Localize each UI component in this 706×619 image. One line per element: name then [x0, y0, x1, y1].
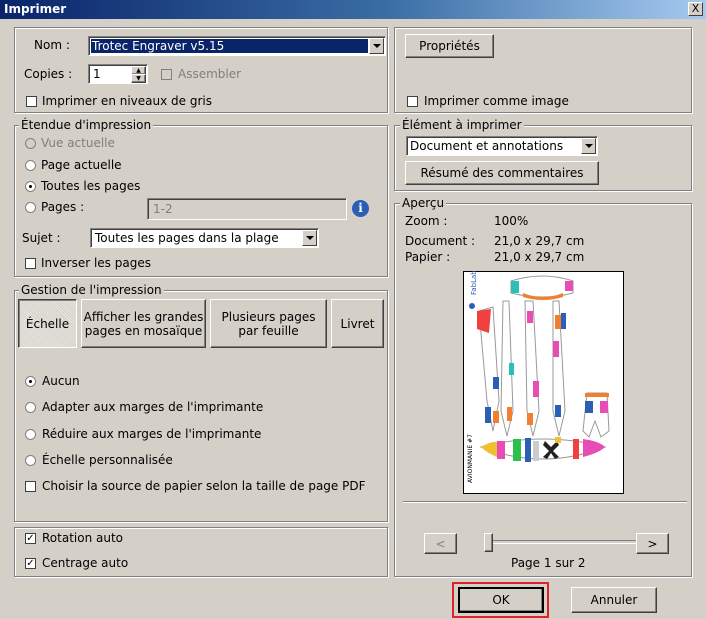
tab-tile-pages[interactable]: Afficher les grandes pages en mosaïque	[81, 299, 206, 348]
custom-scale-label: Échelle personnalisée	[42, 453, 173, 467]
tab-tile-line2: pages en mosaïque	[84, 323, 203, 338]
pages-input[interactable]: 1-2	[147, 198, 347, 220]
subject-dropdown[interactable]: Toutes les pages dans la plage	[90, 228, 319, 248]
window-title: Imprimer	[4, 2, 67, 16]
tab-tile-line1: Afficher les grandes	[83, 309, 204, 324]
summary-comments-button[interactable]: Résumé des commentaires	[405, 161, 599, 185]
range-legend: Étendue d'impression	[19, 118, 154, 132]
tab-multi-line1: Plusieurs pages	[221, 309, 316, 324]
copies-label: Copies :	[24, 67, 73, 81]
element-dropdown[interactable]: Document et annotations	[406, 136, 598, 156]
chevron-down-icon[interactable]	[581, 138, 596, 154]
zoom-label: Zoom :	[405, 214, 448, 228]
paper-size-label: Papier :	[405, 250, 451, 264]
page-text-side: AVIONMANIE #7	[467, 434, 474, 483]
auto-rotate-label: Rotation auto	[42, 531, 124, 545]
page-slider-thumb[interactable]	[484, 533, 493, 552]
grayscale-checkbox[interactable]	[26, 96, 37, 107]
management-legend: Gestion de l'impression	[19, 283, 164, 297]
chevron-down-icon[interactable]	[369, 38, 384, 54]
scale-none-label: Aucun	[42, 374, 80, 388]
properties-button[interactable]: Propriétés	[405, 34, 494, 58]
prev-page-button[interactable]: <	[424, 533, 457, 554]
tab-scale[interactable]: Échelle	[18, 299, 77, 348]
element-legend: Élément à imprimer	[400, 118, 524, 132]
document-size-value: 21,0 x 29,7 cm	[494, 234, 585, 248]
chevron-down-icon[interactable]	[302, 230, 317, 246]
tab-multiple-pages[interactable]: Plusieurs pages par feuille	[210, 299, 327, 348]
paper-size-value: 21,0 x 29,7 cm	[494, 250, 585, 264]
stepper-down-icon[interactable]: ▼	[131, 74, 146, 83]
document-size-label: Document :	[405, 234, 476, 248]
copies-value: 1	[93, 67, 101, 81]
collate-label: Assembler	[178, 67, 242, 81]
current-view-label: Vue actuelle	[41, 136, 115, 150]
tab-multi-line2: par feuille	[238, 323, 299, 338]
tab-booklet[interactable]: Livret	[331, 299, 384, 348]
copies-stepper[interactable]: 1 ▲ ▼	[88, 64, 148, 84]
reverse-pages-label: Inverser les pages	[41, 256, 151, 270]
radio-custom-scale[interactable]	[25, 455, 36, 466]
auto-center-label: Centrage auto	[42, 556, 129, 570]
radio-all-pages[interactable]	[25, 181, 36, 192]
printer-name-value: Trotec Engraver v5.15	[91, 39, 368, 53]
subject-value: Toutes les pages dans la plage	[95, 231, 279, 245]
next-page-button[interactable]: >	[636, 533, 669, 554]
zoom-value: 100%	[494, 214, 529, 228]
radio-current-page[interactable]	[25, 160, 36, 171]
radio-shrink-margins[interactable]	[25, 429, 36, 440]
info-icon[interactable]: i	[352, 200, 369, 217]
reverse-pages-checkbox[interactable]	[25, 258, 36, 269]
page-slider-track[interactable]	[484, 540, 638, 544]
collate-checkbox[interactable]	[161, 69, 172, 80]
page-text-logo: FabLab	[470, 271, 478, 295]
paper-source-label: Choisir la source de papier selon la tai…	[42, 479, 366, 493]
preview-legend: Aperçu	[400, 196, 447, 210]
page-status: Page 1 sur 2	[511, 556, 586, 570]
all-pages-label: Toutes les pages	[41, 179, 141, 193]
ok-button[interactable]: OK	[458, 587, 544, 613]
cancel-button[interactable]: Annuler	[571, 587, 657, 613]
print-as-image-label: Imprimer comme image	[424, 94, 569, 108]
preview-separator	[403, 501, 687, 503]
printer-name-label: Nom :	[34, 38, 70, 52]
pages-label: Pages :	[41, 200, 85, 214]
pages-value: 1-2	[153, 202, 173, 216]
auto-center-checkbox[interactable]: ✓	[25, 558, 36, 569]
fablab-logo-icon	[469, 303, 475, 309]
print-as-image-checkbox[interactable]	[407, 96, 418, 107]
paper-source-checkbox[interactable]	[25, 481, 36, 492]
title-bar	[0, 0, 706, 19]
auto-rotate-checkbox[interactable]: ✓	[25, 533, 36, 544]
element-value: Document et annotations	[410, 139, 564, 153]
radio-fit-margins[interactable]	[25, 402, 36, 413]
page-preview: FabLab AVIONMANIE #7	[463, 271, 624, 494]
printer-name-dropdown[interactable]: Trotec Engraver v5.15	[88, 36, 386, 56]
radio-current-view[interactable]	[25, 138, 36, 149]
fit-margins-label: Adapter aux marges de l'imprimante	[42, 400, 264, 414]
radio-pages[interactable]	[25, 202, 36, 213]
close-button[interactable]: X	[688, 2, 703, 16]
grayscale-label: Imprimer en niveaux de gris	[42, 94, 212, 108]
shrink-margins-label: Réduire aux marges de l'imprimante	[42, 427, 262, 441]
subject-label: Sujet :	[22, 231, 61, 245]
radio-scale-none[interactable]	[25, 376, 36, 387]
current-page-label: Page actuelle	[41, 158, 122, 172]
